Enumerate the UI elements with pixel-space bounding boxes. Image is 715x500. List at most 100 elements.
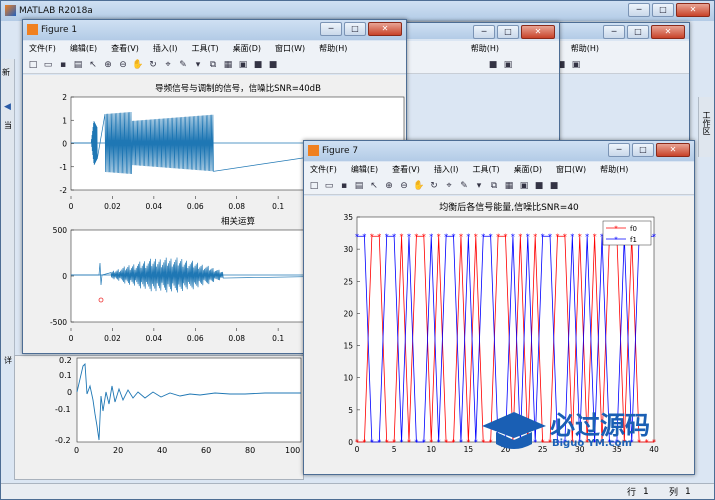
pan-icon[interactable]: ✋	[413, 180, 425, 192]
side-folder-label: 当	[4, 121, 12, 130]
datatip-icon[interactable]: ⌖	[443, 180, 455, 192]
menu-window[interactable]: 窗口(W)	[556, 164, 586, 175]
pointer-icon[interactable]: ↖	[87, 59, 99, 71]
back-arrow-icon[interactable]: ◀	[4, 102, 11, 112]
figure-1-titlebar[interactable]: Figure 1 ─ □ ✕	[23, 20, 406, 40]
maximize-button[interactable]: □	[652, 3, 674, 17]
figure-1-toolbar: □ ▭ ▪ ▤ ↖ ⊕ ⊖ ✋ ↻ ⌖ ✎ ▾ ⧉ ▦ ▣ ■ ■	[23, 56, 406, 74]
hide-tools-icon[interactable]: ■	[533, 180, 545, 192]
rotate-icon[interactable]: ↻	[147, 59, 159, 71]
back-ytick: 0.2	[59, 356, 72, 365]
menu-edit[interactable]: 编辑(E)	[70, 43, 97, 54]
back2-close-button[interactable]: ✕	[521, 25, 555, 39]
back2-tool-icon2[interactable]: ▣	[502, 59, 514, 71]
link-icon[interactable]: ⧉	[488, 180, 500, 192]
menu-help[interactable]: 帮助(H)	[319, 43, 347, 54]
back-ytick: -0.1	[55, 405, 71, 414]
pointer-icon[interactable]: ↖	[368, 180, 380, 192]
save-icon[interactable]: ▪	[338, 180, 350, 192]
workspace-tab[interactable]: 工作区	[701, 111, 711, 135]
zoom-out-icon[interactable]: ⊖	[398, 180, 410, 192]
close-button[interactable]: ✕	[676, 3, 710, 17]
menu-tools[interactable]: 工具(T)	[191, 43, 218, 54]
chart-ytick: 25	[343, 277, 353, 286]
series-f0-point: *	[362, 438, 366, 447]
hide-tools-icon[interactable]: ■	[252, 59, 264, 71]
menu-view[interactable]: 查看(V)	[392, 164, 420, 175]
chart-ytick: 30	[343, 245, 353, 254]
series-f1-point: *	[466, 232, 470, 241]
menu-file[interactable]: 文件(F)	[29, 43, 56, 54]
status-col-label: 列	[669, 488, 679, 498]
back-xtick: 100	[285, 446, 301, 455]
back3-help-menu[interactable]: 帮助(H)	[571, 43, 599, 54]
pan-icon[interactable]: ✋	[132, 59, 144, 71]
zoom-in-icon[interactable]: ⊕	[102, 59, 114, 71]
series-f1-point: *	[548, 232, 552, 241]
new-figure-icon[interactable]: □	[27, 59, 39, 71]
back3-minimize-button[interactable]: ─	[603, 25, 625, 39]
ax1-xtick: 0.04	[146, 202, 163, 211]
ax1-ytick: 0	[62, 140, 67, 149]
fig1-minimize-button[interactable]: ─	[320, 22, 342, 36]
series-f1-point: *	[437, 438, 441, 447]
menu-desktop[interactable]: 桌面(D)	[233, 43, 261, 54]
series-f0-point: *	[459, 232, 463, 241]
menu-file[interactable]: 文件(F)	[310, 164, 337, 175]
series-f0-point: *	[496, 232, 500, 241]
dropdown-icon[interactable]: ▾	[192, 59, 204, 71]
colorbar-icon[interactable]: ▦	[222, 59, 234, 71]
series-f1-point: *	[400, 438, 404, 447]
series-f1-point: *	[459, 438, 463, 447]
back-ytick: 0	[67, 388, 73, 397]
fig7-close-button[interactable]: ✕	[656, 143, 690, 157]
back3-maximize-button[interactable]: □	[627, 25, 649, 39]
menu-insert[interactable]: 插入(I)	[434, 164, 459, 175]
series-f0-point: *	[400, 232, 404, 241]
open-icon[interactable]: ▭	[323, 180, 335, 192]
fig7-maximize-button[interactable]: □	[632, 143, 654, 157]
fig1-close-button[interactable]: ✕	[368, 22, 402, 36]
dropdown-icon[interactable]: ▾	[473, 180, 485, 192]
new-figure-icon[interactable]: □	[308, 180, 320, 192]
legend-icon[interactable]: ▣	[237, 59, 249, 71]
show-tools-icon[interactable]: ■	[267, 59, 279, 71]
rotate-icon[interactable]: ↻	[428, 180, 440, 192]
brush-icon[interactable]: ✎	[458, 180, 470, 192]
fig7-minimize-button[interactable]: ─	[608, 143, 630, 157]
zoom-out-icon[interactable]: ⊖	[117, 59, 129, 71]
back2-minimize-button[interactable]: ─	[473, 25, 495, 39]
open-icon[interactable]: ▭	[42, 59, 54, 71]
link-icon[interactable]: ⧉	[207, 59, 219, 71]
menu-insert[interactable]: 插入(I)	[153, 43, 178, 54]
menu-tools[interactable]: 工具(T)	[472, 164, 499, 175]
zoom-in-icon[interactable]: ⊕	[383, 180, 395, 192]
back2-tool-icon[interactable]: ■	[487, 59, 499, 71]
legend-icon[interactable]: ▣	[518, 180, 530, 192]
figure-7-titlebar[interactable]: Figure 7 ─ □ ✕	[304, 141, 694, 161]
brush-icon[interactable]: ✎	[177, 59, 189, 71]
back2-maximize-button[interactable]: □	[497, 25, 519, 39]
menu-help[interactable]: 帮助(H)	[600, 164, 628, 175]
datatip-icon[interactable]: ⌖	[162, 59, 174, 71]
back-xtick: 0	[74, 446, 80, 455]
back2-help-menu[interactable]: 帮助(H)	[471, 43, 499, 54]
menu-desktop[interactable]: 桌面(D)	[514, 164, 542, 175]
fig1-maximize-button[interactable]: □	[344, 22, 366, 36]
back3-close-button[interactable]: ✕	[651, 25, 685, 39]
matlab-title: MATLAB R2018a	[19, 6, 93, 16]
matlab-titlebar[interactable]: MATLAB R2018a ─ □ ✕	[1, 1, 714, 21]
ax2-ytick: 500	[53, 226, 68, 235]
save-icon[interactable]: ▪	[57, 59, 69, 71]
print-icon[interactable]: ▤	[353, 180, 365, 192]
minimize-button[interactable]: ─	[628, 3, 650, 17]
menu-window[interactable]: 窗口(W)	[275, 43, 305, 54]
back3-tool-icon2[interactable]: ▣	[570, 59, 582, 71]
colorbar-icon[interactable]: ▦	[503, 180, 515, 192]
menu-edit[interactable]: 编辑(E)	[351, 164, 378, 175]
menu-view[interactable]: 查看(V)	[111, 43, 139, 54]
back-ytick: 0.1	[59, 371, 72, 380]
series-f1-point: *	[585, 232, 589, 241]
print-icon[interactable]: ▤	[72, 59, 84, 71]
show-tools-icon[interactable]: ■	[548, 180, 560, 192]
